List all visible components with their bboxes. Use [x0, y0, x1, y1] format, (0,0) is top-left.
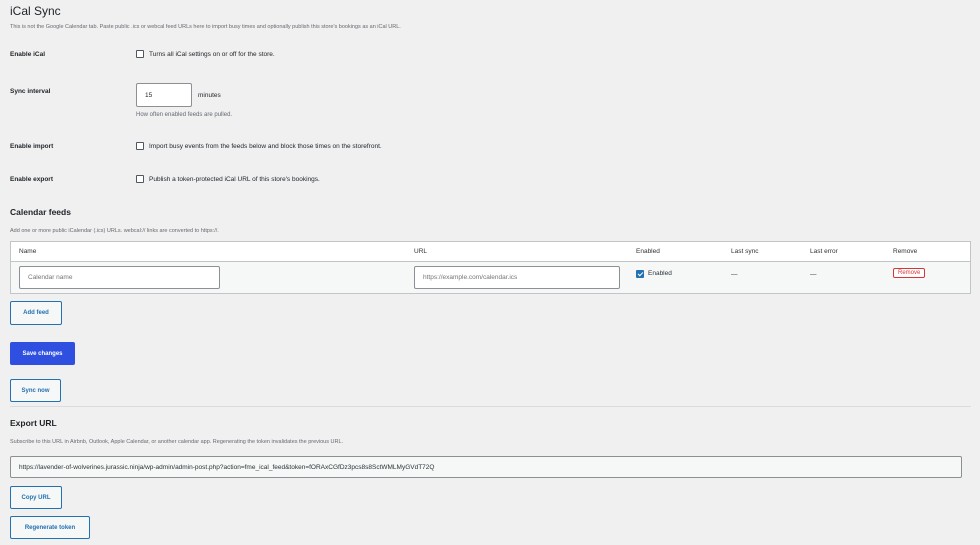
page-description: This is not the Google Calendar tab. Pas… — [10, 24, 401, 30]
calendar-feeds-heading: Calendar feeds — [10, 207, 71, 217]
page-title: iCal Sync — [10, 4, 61, 18]
section-divider — [10, 406, 971, 407]
column-header-last-error: Last error — [802, 241, 885, 262]
regenerate-token-button[interactable]: Regenerate token — [10, 516, 90, 539]
column-header-last-sync: Last sync — [723, 241, 802, 262]
export-url-heading: Export URL — [10, 418, 57, 428]
column-header-url: URL — [406, 241, 628, 262]
calendar-feeds-description: Add one or more public iCalendar (.ics) … — [10, 228, 219, 234]
enable-import-text: Import busy events from the feeds below … — [149, 143, 382, 150]
enable-export-checkbox[interactable] — [136, 175, 144, 183]
copy-url-button[interactable]: Copy URL — [10, 486, 62, 509]
feed-name-input[interactable] — [19, 266, 220, 289]
feed-url-input[interactable] — [414, 266, 620, 289]
enable-export-label: Enable export — [10, 176, 53, 183]
enable-import-checkbox[interactable] — [136, 142, 144, 150]
enable-ical-checkbox[interactable] — [136, 50, 144, 58]
enable-import-label: Enable import — [10, 143, 54, 150]
column-header-enabled: Enabled — [628, 241, 723, 262]
enable-export-text: Publish a token-protected iCal URL of th… — [149, 176, 320, 183]
sync-interval-input[interactable] — [136, 83, 192, 107]
feed-last-error: — — [810, 271, 817, 278]
remove-feed-button[interactable]: Remove — [893, 267, 926, 278]
sync-now-button[interactable]: Sync now — [10, 379, 61, 402]
sync-interval-help: How often enabled feeds are pulled. — [136, 112, 233, 118]
feed-enabled-label: Enabled — [648, 270, 672, 277]
column-header-remove: Remove — [885, 241, 971, 262]
enable-ical-label: Enable iCal — [10, 51, 46, 58]
save-changes-button[interactable]: Save changes — [10, 342, 75, 365]
feed-last-sync: — — [731, 271, 738, 278]
feed-enabled-checkbox[interactable] — [636, 269, 644, 278]
export-url-field[interactable]: https://lavender-of-wolverines.jurassic.… — [10, 456, 962, 478]
add-feed-button[interactable]: Add feed — [10, 301, 62, 325]
feeds-table-header: Name URL Enabled Last sync Last error Re… — [10, 241, 971, 262]
column-header-name: Name — [10, 241, 406, 262]
export-url-description: Subscribe to this URL in Airbnb, Outlook… — [10, 439, 344, 445]
sync-interval-label: Sync interval — [10, 88, 51, 95]
sync-interval-unit: minutes — [198, 92, 221, 99]
table-row: Enabled — — Remove — [10, 261, 971, 294]
feeds-table: Name URL Enabled Last sync Last error Re… — [10, 241, 971, 294]
enable-ical-text: Turns all iCal settings on or off for th… — [149, 51, 275, 58]
